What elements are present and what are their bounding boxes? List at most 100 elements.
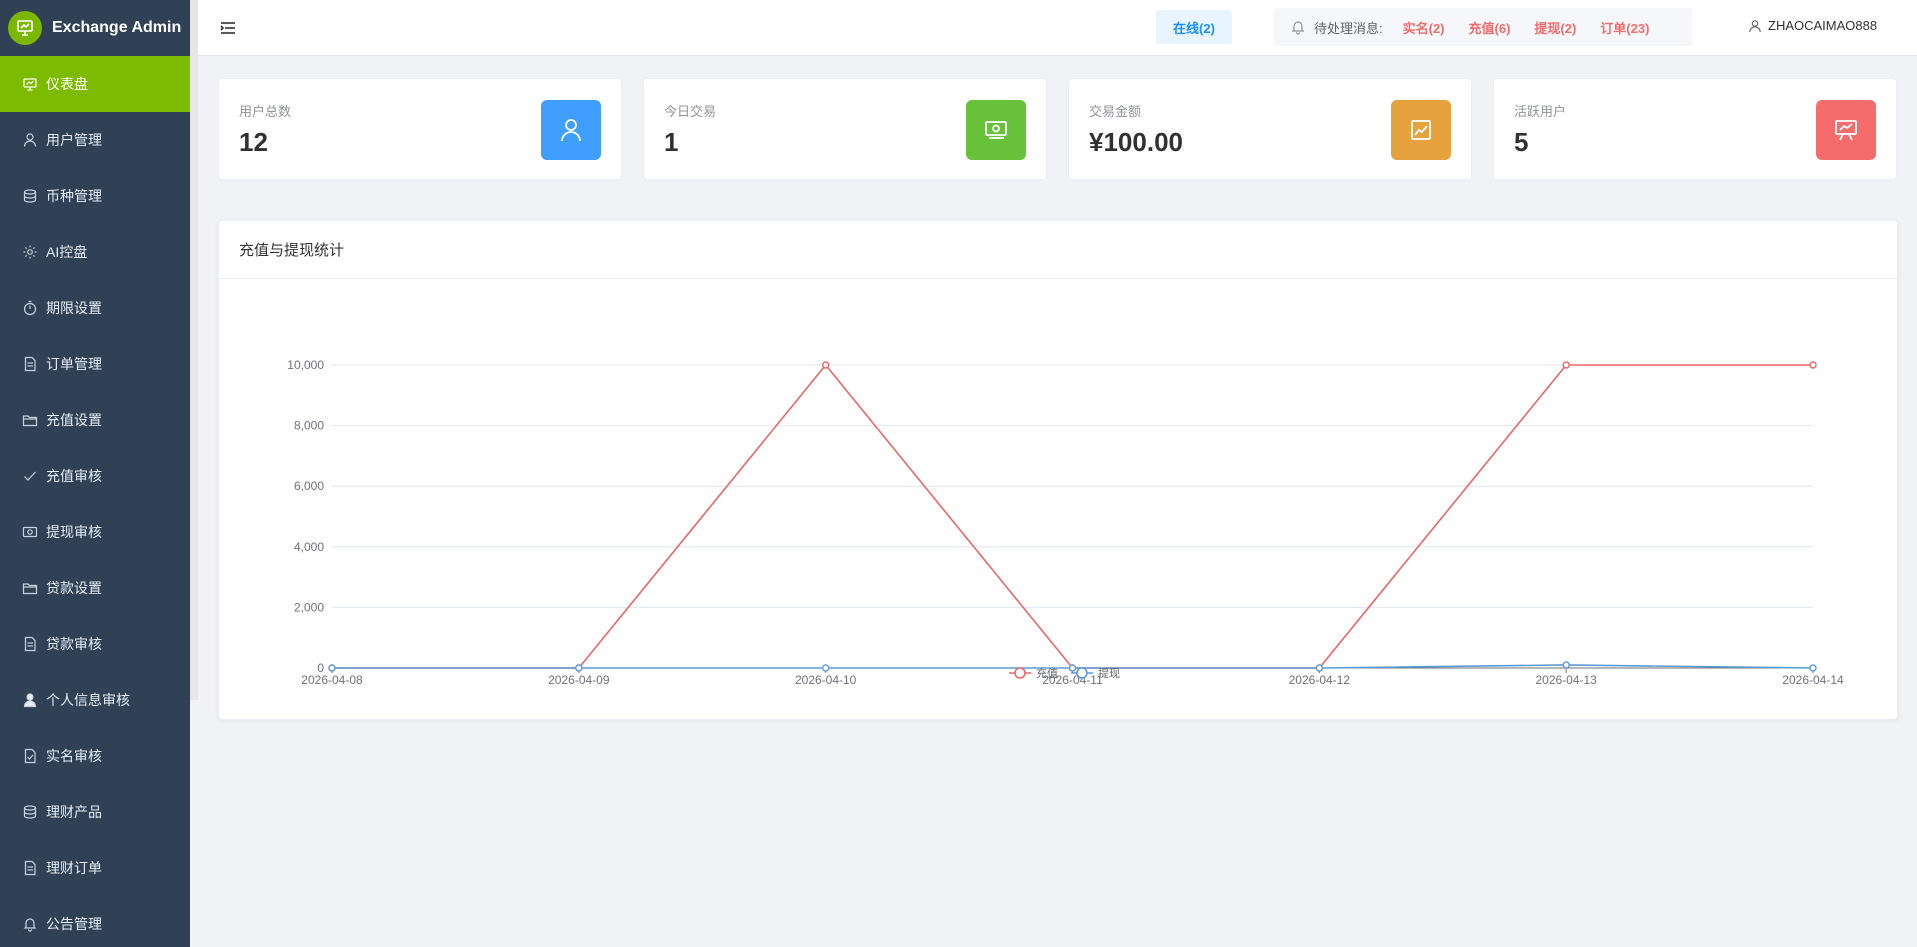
document-icon (24, 636, 36, 652)
data-point (1809, 664, 1817, 672)
top-header: 在线(2) 待处理消息: 实名(2) 充值(6) 提现(2) 订单(23) ZH… (198, 0, 1917, 56)
user-icon (541, 100, 601, 160)
stat-label: 用户总数 (239, 104, 292, 119)
user-icon (23, 133, 37, 147)
sidebar-item-label: 理财产品 (46, 804, 102, 820)
sidebar-item-label: 提现审核 (46, 524, 102, 540)
x-tick-label: 2026-04-12 (1289, 673, 1351, 687)
legend-label: 提现 (1098, 667, 1120, 680)
stat-value: 1 (664, 127, 679, 157)
sidebar-item-7[interactable]: 充值审核 (0, 448, 190, 504)
sidebar-scrollbar[interactable] (190, 0, 198, 700)
sidebar-item-label: 公告管理 (46, 916, 102, 932)
sidebar-menu: 仪表盘 用户管理 币种管理 AI控盘 期限设置订单管理充值设置充值审核提现审核贷款设置贷… (0, 56, 190, 947)
data-point (821, 361, 830, 369)
sidebar-item-6[interactable]: 充值设置 (0, 392, 190, 448)
stat-label: 今日交易 (664, 104, 717, 119)
stat-value: ¥100.00 (1089, 127, 1183, 157)
sidebar-item-14[interactable]: 理财订单 (0, 840, 190, 896)
x-tick-label: 2026-04-09 (548, 673, 610, 687)
series-line-0 (332, 363, 1813, 669)
data-point (821, 664, 830, 672)
data-point (1562, 361, 1570, 369)
sidebar-item-label: 充值审核 (46, 468, 102, 484)
bell-icon (23, 918, 37, 932)
chart-panel: 充值与提现统计 0 2,000 4,000 6,000 8,000 10,000 2026-… (218, 220, 1898, 720)
sidebar-item-13[interactable]: 理财产品 (0, 784, 190, 840)
sidebar-item-3[interactable]: AI控盘 (0, 224, 190, 280)
hamburger-icon[interactable] (218, 18, 238, 38)
gear-icon (23, 245, 37, 259)
sidebar-item-11[interactable]: 个人信息审核 (0, 672, 190, 728)
stat-card-active-users: 活跃用户 5 (1493, 78, 1897, 180)
x-tick-label: 2026-04-14 (1782, 673, 1844, 687)
stat-label: 活跃用户 (1514, 104, 1567, 119)
sidebar-item-label: 理财订单 (46, 860, 102, 876)
sidebar-item-label: 充值设置 (46, 412, 102, 428)
pending-order-link[interactable]: 订单(23) (1600, 18, 1649, 37)
bell-icon (1291, 21, 1305, 35)
document-icon (24, 860, 36, 876)
pending-recharge-link[interactable]: 充值(6) (1469, 18, 1511, 37)
dashboard-icon (23, 78, 37, 91)
sidebar-item-label: 个人信息审核 (46, 692, 130, 708)
pending-label: 待处理消息: (1314, 20, 1383, 36)
database-icon (23, 805, 37, 819)
stat-card-total-users: 用户总数 12 (218, 78, 622, 180)
pending-messages: 待处理消息: 实名(2) 充值(6) 提现(2) 订单(23) (1274, 8, 1692, 46)
stat-card-today-trades: 今日交易 1 (643, 78, 1047, 180)
x-tick-label: 2026-04-10 (795, 673, 857, 687)
stat-value: 12 (239, 127, 268, 157)
sidebar-item-2[interactable]: 币种管理 (0, 168, 190, 224)
sidebar-item-12[interactable]: 实名审核 (0, 728, 190, 784)
user-icon (1749, 19, 1761, 32)
sidebar-item-1[interactable]: 用户管理 (0, 112, 190, 168)
sidebar-item-15[interactable]: 公告管理 (0, 896, 190, 947)
document-icon (24, 356, 36, 372)
sidebar-item-label: 订单管理 (46, 356, 102, 372)
y-tick-label: 10,000 (287, 358, 324, 372)
folder-icon (22, 583, 38, 595)
brand-title: Exchange Admin (52, 19, 182, 36)
check-icon (24, 471, 36, 481)
data-point (1315, 664, 1324, 672)
sidebar-item-5[interactable]: 订单管理 (0, 336, 190, 392)
data-point (575, 664, 583, 672)
user-menu[interactable]: ZHAOCAIMAO888 (1748, 18, 1877, 33)
y-tick-label: 2,000 (294, 600, 324, 614)
stat-value: 5 (1514, 127, 1529, 157)
x-tick-label: 2026-04-08 (301, 673, 363, 687)
trend-chart-icon (1391, 100, 1451, 160)
sidebar-item-label: 贷款设置 (46, 580, 102, 596)
y-tick-label: 4,000 (294, 540, 324, 554)
pending-withdraw-link[interactable]: 提现(2) (1534, 18, 1576, 37)
folder-icon (22, 415, 38, 427)
recharge-withdraw-line-chart: 02,0004,0006,0008,00010,0002026-04-08 202… (287, 358, 1844, 687)
y-tick-label: 6,000 (294, 479, 324, 493)
online-users-badge[interactable]: 在线(2) (1156, 10, 1232, 44)
chart-title: 充值与提现统计 (219, 221, 1897, 279)
sidebar-item-9[interactable]: 贷款设置 (0, 560, 190, 616)
sidebar-item-label: 实名审核 (46, 748, 102, 764)
data-point (1068, 664, 1077, 672)
stat-label: 交易金额 (1089, 104, 1142, 119)
person-icon (23, 693, 37, 708)
sidebar-item-4[interactable]: 期限设置 (0, 280, 190, 336)
document-check-icon (24, 748, 36, 764)
pending-realname-link[interactable]: 实名(2) (1403, 18, 1445, 37)
stat-card-trade-amount: 交易金额 ¥100.00 (1068, 78, 1472, 180)
y-tick-label: 8,000 (294, 419, 324, 433)
timer-icon (23, 300, 37, 316)
x-tick-label: 2026-04-13 (1535, 673, 1597, 687)
sidebar: Exchange Admin 仪表盘 用户管理 币种管理 AI控盘 期限设置订单管理充值… (0, 0, 190, 947)
data-point (1562, 661, 1570, 669)
legend-label: 充值 (1036, 666, 1058, 680)
money-icon (22, 526, 38, 538)
sidebar-item-8[interactable]: 提现审核 (0, 504, 190, 560)
sidebar-item-label: 贷款审核 (46, 636, 102, 652)
brand[interactable]: Exchange Admin (0, 0, 190, 56)
database-icon (23, 189, 37, 203)
data-point (328, 664, 336, 672)
sidebar-item-0[interactable]: 仪表盘 (0, 56, 190, 112)
sidebar-item-10[interactable]: 贷款审核 (0, 616, 190, 672)
